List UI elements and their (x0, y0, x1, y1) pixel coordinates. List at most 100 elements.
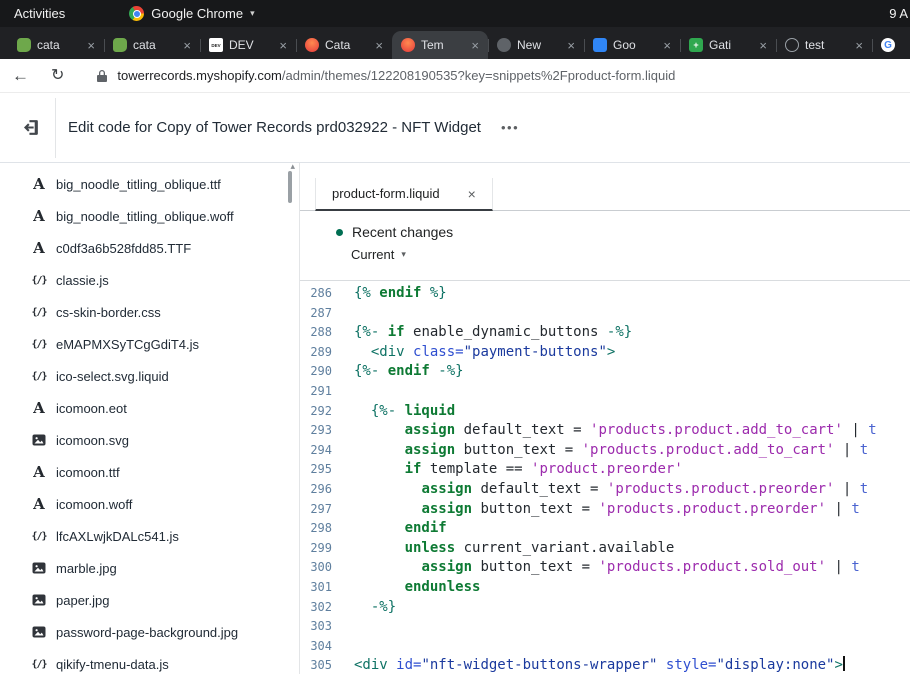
code-text[interactable]: unless current_variant.available (340, 539, 910, 559)
file-item[interactable]: Aicomoon.ttf (0, 456, 299, 488)
url-text: towerrecords.myshopify.com/admin/themes/… (117, 68, 675, 83)
back-icon[interactable]: ← (12, 67, 29, 84)
browser-tab[interactable]: cata × (104, 31, 200, 59)
editor-tab[interactable]: product-form.liquid × (315, 178, 493, 211)
code-text[interactable]: <div id="nft-widget-buttons-wrapper" sty… (340, 656, 910, 674)
code-text[interactable]: assign button_text = 'products.product.p… (340, 500, 910, 520)
file-item[interactable]: {/}ico-select.svg.liquid (0, 360, 299, 392)
file-item[interactable]: marble.jpg (0, 552, 299, 584)
tab-close-icon[interactable]: × (663, 39, 671, 52)
file-name: password-page-background.jpg (56, 625, 238, 640)
code-text[interactable] (340, 304, 910, 324)
green-favicon: + (689, 38, 703, 52)
tab-close-icon[interactable]: × (471, 39, 479, 52)
reload-icon[interactable]: ↻ (51, 68, 64, 84)
clock[interactable]: 9 A (889, 6, 908, 21)
file-item[interactable]: paper.jpg (0, 584, 299, 616)
file-sidebar: Abig_noodle_titling_oblique.ttfAbig_nood… (0, 163, 300, 674)
scrollbar-thumb[interactable] (288, 171, 292, 203)
line-number: 288 (300, 323, 340, 343)
version-label: Current (351, 247, 394, 262)
fire-favicon (305, 38, 319, 52)
file-item[interactable]: Aicomoon.woff (0, 488, 299, 520)
file-item[interactable]: {/}eMAPMXSyTCgGdiT4.js (0, 328, 299, 360)
url-path: /admin/themes/122208190535?key=snippets%… (282, 68, 676, 83)
tab-close-icon[interactable]: × (567, 39, 575, 52)
code-text[interactable] (340, 617, 910, 637)
code-text[interactable]: assign button_text = 'products.product.a… (340, 441, 910, 461)
tab-title: cata (133, 38, 177, 52)
file-item[interactable]: {/}qikify-tmenu-data.js (0, 648, 299, 674)
code-line: 293 assign default_text = 'products.prod… (300, 421, 910, 441)
line-number: 286 (300, 284, 340, 304)
browser-tab[interactable]: DEVDEV× (200, 31, 296, 59)
page-body: Abig_noodle_titling_oblique.ttfAbig_nood… (0, 163, 910, 674)
more-actions-button[interactable]: ••• (497, 116, 523, 139)
file-item[interactable]: Aicomoon.eot (0, 392, 299, 424)
code-file-icon: {/} (30, 339, 48, 350)
tab-close-icon[interactable]: × (279, 39, 287, 52)
file-list: Abig_noodle_titling_oblique.ttfAbig_nood… (0, 168, 299, 674)
line-number: 296 (300, 480, 340, 500)
docs-favicon (593, 38, 607, 52)
code-text[interactable]: if template == 'product.preorder' (340, 460, 910, 480)
version-dropdown[interactable]: Current ▾ (336, 247, 446, 262)
browser-tab[interactable]: Goo× (584, 31, 680, 59)
code-text[interactable]: endunless (340, 578, 910, 598)
code-text[interactable]: assign default_text = 'products.product.… (340, 421, 910, 441)
file-item[interactable]: icomoon.svg (0, 424, 299, 456)
recent-changes-label: Recent changes (352, 224, 453, 240)
chrome-app-menu[interactable]: Google Chrome ▾ (129, 6, 254, 21)
tab-close-icon[interactable]: × (87, 39, 95, 52)
browser-tab[interactable]: Tem × (392, 31, 488, 59)
line-number: 289 (300, 343, 340, 363)
code-text[interactable]: {%- if enable_dynamic_buttons -%} (340, 323, 910, 343)
image-file-icon (30, 433, 48, 447)
code-text[interactable]: {%- liquid (340, 402, 910, 422)
page-title: Edit code for Copy of Tower Records prd0… (68, 119, 481, 136)
file-name: classie.js (56, 273, 109, 288)
browser-tab[interactable]: cata× (8, 31, 104, 59)
recent-changes-panel: Recent changes Current ▾ (300, 211, 910, 281)
code-text[interactable]: assign button_text = 'products.product.s… (340, 558, 910, 578)
code-text[interactable]: endif (340, 519, 910, 539)
tab-close-icon[interactable]: × (855, 39, 863, 52)
file-item[interactable]: {/}classie.js (0, 264, 299, 296)
file-item[interactable]: {/}lfcAXLwjkDALc541.js (0, 520, 299, 552)
code-text[interactable]: assign default_text = 'products.product.… (340, 480, 910, 500)
tab-title: Tem (421, 38, 465, 52)
image-file-icon (30, 625, 48, 639)
tab-close-icon[interactable]: × (759, 39, 767, 52)
exit-editor-button[interactable] (17, 117, 43, 138)
code-line: 290{%- endif -%} (300, 362, 910, 382)
line-number: 291 (300, 382, 340, 402)
file-item[interactable]: Ac0df3a6b528fdd85.TTF (0, 232, 299, 264)
address-bar[interactable]: towerrecords.myshopify.com/admin/themes/… (96, 68, 898, 83)
tab-close-icon[interactable]: × (375, 39, 383, 52)
code-text[interactable]: {%- endif -%} (340, 362, 910, 382)
code-line: 297 assign button_text = 'products.produ… (300, 500, 910, 520)
tab-close-icon[interactable]: × (183, 39, 191, 52)
file-name: lfcAXLwjkDALc541.js (56, 529, 179, 544)
browser-toolbar: ← ↻ towerrecords.myshopify.com/admin/the… (0, 59, 910, 93)
browser-tab[interactable]: test× (776, 31, 872, 59)
globe-favicon (785, 38, 799, 52)
file-item[interactable]: Abig_noodle_titling_oblique.woff (0, 200, 299, 232)
tab-close-icon[interactable]: × (468, 186, 476, 202)
code-text[interactable]: -%} (340, 598, 910, 618)
file-item[interactable]: {/}cs-skin-border.css (0, 296, 299, 328)
code-text[interactable] (340, 382, 910, 402)
code-text[interactable] (340, 637, 910, 657)
browser-tab[interactable]: +Gati× (680, 31, 776, 59)
code-text[interactable]: {% endif %} (340, 284, 910, 304)
code-line: 300 assign button_text = 'products.produ… (300, 558, 910, 578)
dev-favicon: DEV (209, 38, 223, 52)
browser-tab[interactable]: New× (488, 31, 584, 59)
browser-tab[interactable]: G (872, 31, 910, 59)
activities-button[interactable]: Activities (10, 4, 69, 23)
file-item[interactable]: password-page-background.jpg (0, 616, 299, 648)
browser-tab[interactable]: Cata× (296, 31, 392, 59)
code-text[interactable]: <div class="payment-buttons"> (340, 343, 910, 363)
file-item[interactable]: Abig_noodle_titling_oblique.ttf (0, 168, 299, 200)
chevron-down-icon: ▾ (250, 8, 255, 19)
